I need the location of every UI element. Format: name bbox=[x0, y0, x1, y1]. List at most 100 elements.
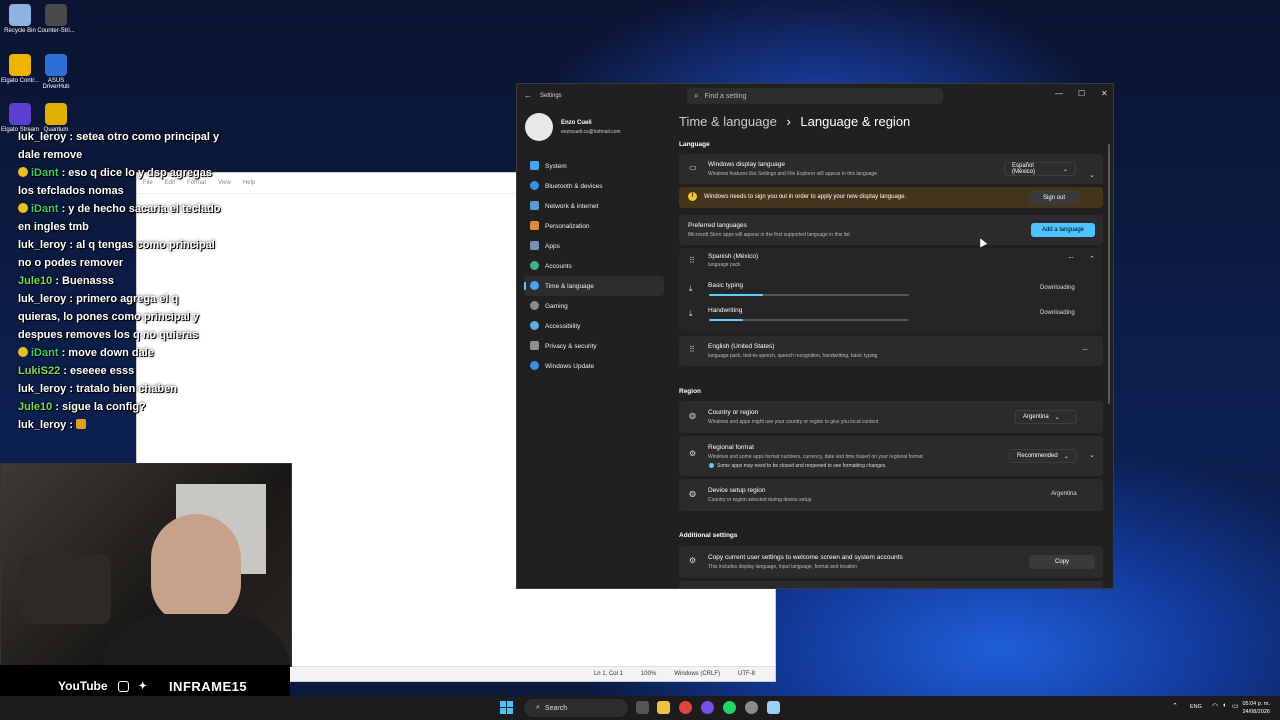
regional-format-row[interactable]: ⚙ Regional format Windows and some apps … bbox=[679, 436, 1103, 476]
chevron-up-icon[interactable]: ⌃ bbox=[1172, 702, 1178, 710]
copy-button[interactable]: Copy bbox=[1029, 555, 1095, 569]
chevron-down-icon: ⌄ bbox=[1063, 453, 1069, 460]
desktop-icon-asus-driverhub[interactable]: ASUS DriverHub bbox=[36, 54, 76, 90]
maximize-icon[interactable]: ☐ bbox=[1078, 89, 1085, 98]
nav-item-privacy[interactable]: Privacy & security bbox=[524, 336, 664, 356]
nav-item-personalization[interactable]: Personalization bbox=[524, 216, 664, 236]
task-view-icon[interactable] bbox=[636, 701, 649, 714]
drum-kit bbox=[21, 554, 111, 624]
preferred-languages-title: Preferred languages bbox=[688, 222, 747, 229]
nav-item-gaming[interactable]: Gaming bbox=[524, 296, 664, 316]
desktop-icon-elgato-control[interactable]: Elgato Contr... bbox=[0, 54, 40, 84]
bluetooth-icon bbox=[530, 181, 539, 190]
subscriber-badge-icon bbox=[18, 167, 28, 177]
chat-line: no o podes remover bbox=[18, 257, 124, 269]
notepad-icon[interactable] bbox=[767, 701, 780, 714]
find-setting-search[interactable]: ⌕ Find a setting bbox=[687, 88, 943, 104]
breadcrumb-parent[interactable]: Time & language bbox=[679, 114, 777, 129]
chat-line: LukiS22 : eseeee esss bbox=[18, 365, 135, 377]
taskbar: ⌕ Search ⌃ ENG ◠ ◖ ▭ 05:04 p. m. 24/08/20… bbox=[0, 696, 1280, 720]
monitor-icon: ▭ bbox=[689, 163, 697, 172]
battery-icon[interactable]: ▭ bbox=[1232, 702, 1239, 710]
country-dropdown[interactable]: Argentina ⌄ bbox=[1015, 410, 1077, 424]
nav-item-time-language[interactable]: Time & language bbox=[524, 276, 664, 296]
sign-out-button[interactable]: Sign out bbox=[1029, 191, 1079, 205]
settings-gear-icon[interactable] bbox=[745, 701, 758, 714]
start-button[interactable] bbox=[500, 701, 513, 714]
expand-chevron-icon[interactable]: ⌄ bbox=[1089, 171, 1095, 179]
scrollbar[interactable] bbox=[1108, 144, 1110, 404]
discord-icon[interactable] bbox=[701, 701, 714, 714]
nav-item-windows-update[interactable]: Windows Update bbox=[524, 356, 664, 376]
title-bar: ← Settings ⌕ Find a setting — ☐ ✕ bbox=[517, 84, 1113, 108]
display-language-desc: Windows features like Settings and File … bbox=[708, 171, 877, 177]
subscriber-badge-icon bbox=[18, 203, 28, 213]
window-title: Settings bbox=[540, 93, 562, 99]
status-position: Ln 1, Col 1 bbox=[593, 671, 623, 677]
section-language: Language bbox=[679, 141, 710, 148]
apps-icon bbox=[530, 241, 539, 250]
globe-clock-icon bbox=[530, 281, 539, 290]
input-language[interactable]: ENG bbox=[1190, 704, 1202, 710]
nav-item-system[interactable]: System bbox=[524, 156, 664, 176]
english-language-row[interactable]: ⠿ English (United States) language pack,… bbox=[679, 336, 1103, 366]
elgato-icon bbox=[9, 54, 31, 76]
nav-item-network[interactable]: Network & internet bbox=[524, 196, 664, 216]
minimize-icon[interactable]: — bbox=[1055, 89, 1063, 98]
country-desc: Windows and apps might use your country … bbox=[708, 419, 879, 425]
device-region-value: Argentina bbox=[1051, 491, 1077, 497]
recycle-bin-icon bbox=[9, 4, 31, 26]
nav-item-accessibility[interactable]: Accessibility bbox=[524, 316, 664, 336]
nav-item-accounts[interactable]: Accounts bbox=[524, 256, 664, 276]
volume-icon[interactable]: ◖ bbox=[1222, 702, 1226, 709]
counter-strike-icon bbox=[45, 4, 67, 26]
chat-line: los tefclados nomas bbox=[18, 185, 124, 197]
settings-window[interactable]: ← Settings ⌕ Find a setting — ☐ ✕ Enzo C… bbox=[516, 83, 1114, 589]
drag-handle-icon[interactable]: ⠿ bbox=[689, 256, 695, 265]
device-region-row: ◍ Device setup region Country or region … bbox=[679, 479, 1103, 511]
clock[interactable]: 05:04 p. m. 24/08/2026 bbox=[1242, 700, 1270, 716]
chevron-down-icon: ⌄ bbox=[1062, 166, 1068, 173]
taskbar-search[interactable]: ⌕ Search bbox=[524, 699, 628, 717]
chat-line: iDant : move down dale bbox=[0, 344, 260, 362]
preferred-languages-row: Preferred languages Microsoft Store apps… bbox=[679, 215, 1103, 245]
page-title: Language & region bbox=[800, 114, 911, 129]
asus-driverhub-icon bbox=[45, 54, 67, 76]
desktop-icon-recycle-bin[interactable]: Recycle Bin bbox=[0, 4, 40, 34]
display-language-row[interactable]: ▭ Windows display language Windows featu… bbox=[679, 154, 1103, 184]
expand-chevron-icon[interactable]: ⌄ bbox=[1089, 451, 1095, 459]
chat-line: despues removes los q no quieras bbox=[18, 329, 199, 341]
collapse-chevron-icon[interactable]: ⌃ bbox=[1089, 255, 1095, 263]
file-explorer-icon[interactable] bbox=[657, 701, 670, 714]
desktop-icon-counter-strike[interactable]: Counter-Stri... bbox=[36, 4, 76, 34]
settings-content: Time & language › Language & region Lang… bbox=[679, 114, 1104, 588]
chrome-icon[interactable] bbox=[679, 701, 692, 714]
back-arrow-icon[interactable]: ← bbox=[524, 91, 532, 100]
stream-deck-icon bbox=[9, 103, 31, 125]
chat-line: iDant : eso q dice lo y dsp agregas bbox=[0, 164, 260, 182]
sign-out-warning: ! Windows needs to sign you out in order… bbox=[679, 187, 1103, 208]
chat-line: Jule10 : Buenasss bbox=[18, 275, 115, 287]
format-title: Regional format bbox=[708, 444, 754, 451]
regional-format-dropdown[interactable]: Recommended ⌄ bbox=[1009, 449, 1077, 463]
next-row-partial bbox=[679, 581, 1103, 588]
chat-line: luk_leroy : primero agrega el q bbox=[18, 293, 179, 305]
wifi-icon[interactable]: ◠ bbox=[1212, 702, 1218, 710]
nav-item-apps[interactable]: Apps bbox=[524, 236, 664, 256]
display-language-dropdown[interactable]: Español (México) ⌄ bbox=[1004, 162, 1076, 176]
more-options-icon[interactable]: ··· bbox=[1068, 253, 1074, 262]
nav-item-bluetooth[interactable]: Bluetooth & devices bbox=[524, 176, 664, 196]
shield-icon bbox=[530, 341, 539, 350]
spanish-language-card[interactable]: ⠿ Spanish (México) language pack ··· ⌃ ⤓… bbox=[679, 248, 1103, 332]
brush-icon bbox=[530, 221, 539, 230]
youtube-logo: YouTube bbox=[58, 679, 108, 693]
drag-handle-icon[interactable]: ⠿ bbox=[689, 345, 695, 354]
add-language-button[interactable]: Add a language bbox=[1031, 223, 1095, 237]
account-profile[interactable]: Enzo Cueli enzocueli.cs@hotmail.com bbox=[525, 113, 675, 143]
handwriting-progress bbox=[709, 319, 909, 321]
chat-line: en ingles tmb bbox=[18, 221, 89, 233]
info-dot-icon bbox=[709, 463, 714, 468]
spotify-icon[interactable] bbox=[723, 701, 736, 714]
close-icon[interactable]: ✕ bbox=[1101, 89, 1108, 98]
more-options-icon[interactable]: ··· bbox=[1082, 345, 1088, 354]
